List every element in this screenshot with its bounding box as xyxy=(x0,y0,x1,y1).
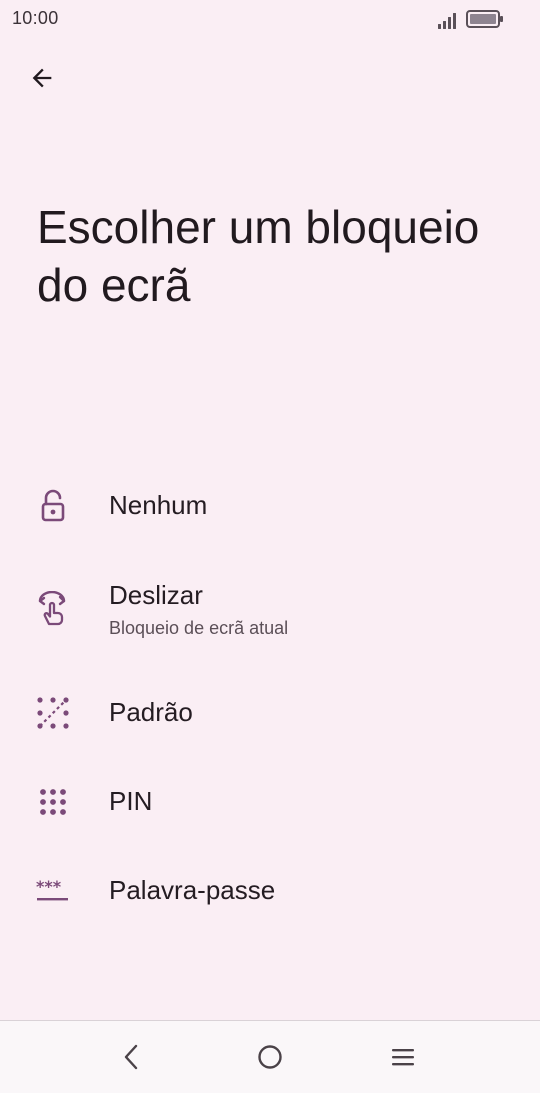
option-swipe-label: Deslizar xyxy=(109,580,203,610)
signal-bars-icon xyxy=(438,13,456,29)
pin-dots-icon xyxy=(36,785,70,819)
nav-recents-button[interactable] xyxy=(381,1035,425,1079)
nav-back-button[interactable] xyxy=(110,1035,154,1079)
option-pattern[interactable]: Padrão xyxy=(0,687,540,767)
navigation-bar xyxy=(0,1020,540,1093)
status-bar: 10:00 xyxy=(0,0,540,38)
option-swipe[interactable]: Deslizar Bloqueio de ecrã atual xyxy=(0,570,540,660)
battery-icon xyxy=(466,10,503,28)
nav-back-icon xyxy=(124,1044,138,1070)
option-none[interactable]: Nenhum xyxy=(0,462,540,542)
option-swipe-sublabel: Bloqueio de ecrã atual xyxy=(109,618,289,638)
nav-home-button[interactable] xyxy=(248,1035,292,1079)
arrow-back-icon xyxy=(32,68,52,88)
status-time: 10:00 xyxy=(12,8,59,28)
svg-text:***: *** xyxy=(36,877,62,896)
option-pattern-label: Padrão xyxy=(109,697,193,727)
back-button[interactable] xyxy=(22,58,62,98)
nav-recents-icon xyxy=(392,1049,414,1066)
option-password-label: Palavra-passe xyxy=(109,875,276,905)
pattern-icon xyxy=(36,696,70,730)
option-pin-label: PIN xyxy=(109,786,153,816)
option-none-label: Nenhum xyxy=(109,490,208,520)
option-pin[interactable]: PIN xyxy=(0,776,540,856)
unlocked-padlock-icon xyxy=(36,489,70,523)
nav-home-icon xyxy=(258,1045,282,1069)
page-title: Escolher um bloqueio do ecrã xyxy=(37,201,480,311)
swipe-gesture-icon xyxy=(36,591,70,626)
password-asterisks-icon: *** xyxy=(36,874,70,908)
option-password[interactable]: *** Palavra-passe xyxy=(0,865,540,945)
